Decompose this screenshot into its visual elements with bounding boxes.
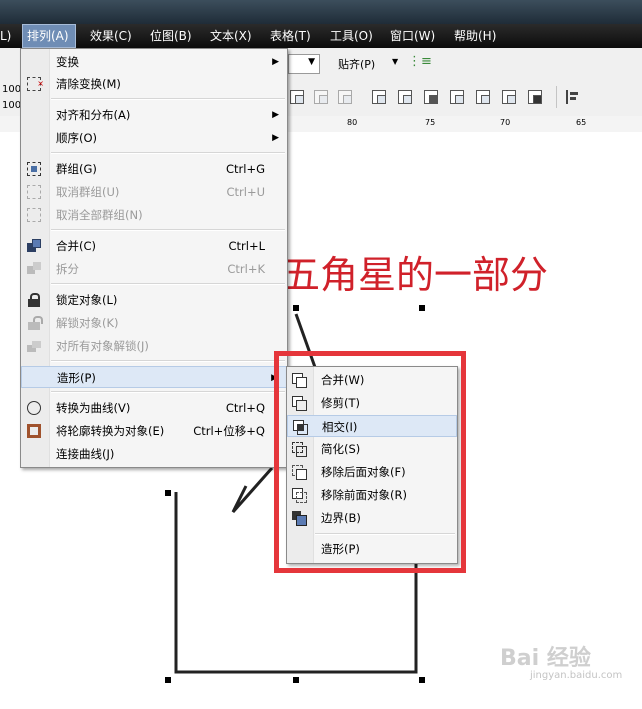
menu-separator	[51, 152, 285, 154]
menu-item-ungroup-all[interactable]: 取消全部群组(N)	[21, 204, 287, 226]
convert-to-curves-icon	[27, 401, 41, 415]
lock-icon	[27, 293, 41, 307]
selection-handle[interactable]	[165, 490, 171, 496]
menu-separator	[51, 391, 285, 393]
menu-item-clear-transform[interactable]: × 清除变换(M)	[21, 73, 287, 95]
combine-icon	[27, 239, 41, 253]
break-apart-icon	[27, 262, 41, 276]
arrange-menu: 变换 ▶ × 清除变换(M) 对齐和分布(A) ▶ 顺序(O) ▶ 群组(G) …	[20, 48, 288, 468]
menu-separator	[51, 360, 285, 362]
menu-item-label: 变换	[56, 55, 79, 69]
menu-item-shortcut: Ctrl+U	[226, 185, 265, 199]
menu-item-unlock-all[interactable]: 对所有对象解锁(J)	[21, 335, 287, 357]
outline-to-object-icon	[27, 424, 41, 438]
watermark: Bai 经验 jingyan.baidu.com	[500, 640, 622, 681]
star-edge	[231, 467, 274, 513]
menu-item-transform[interactable]: 变换 ▶	[21, 51, 287, 73]
group-icon	[27, 162, 41, 176]
submenu-arrow-icon: ▶	[272, 57, 279, 67]
menu-item-label: 转换为曲线(V)	[56, 401, 131, 415]
clear-transform-icon: ×	[27, 77, 44, 91]
menu-separator	[51, 229, 285, 231]
menu-item-order[interactable]: 顺序(O) ▶	[21, 127, 287, 149]
selection-handle[interactable]	[165, 677, 171, 683]
menu-item-shaping[interactable]: 造形(P) ▶	[21, 366, 287, 388]
unlock-all-icon	[27, 339, 41, 353]
menu-item-label: 锁定对象(L)	[56, 293, 118, 307]
menu-item-label: 解锁对象(K)	[56, 316, 119, 330]
menu-item-ungroup[interactable]: 取消群组(U) Ctrl+U	[21, 181, 287, 203]
menu-item-label: 顺序(O)	[56, 131, 98, 145]
menu-item-join-curves[interactable]: 连接曲线(J)	[21, 443, 287, 465]
menu-item-label: 造形(P)	[57, 371, 96, 385]
selection-handle[interactable]	[419, 305, 425, 311]
menu-item-shortcut: Ctrl+位移+Q	[193, 424, 265, 438]
menu-item-label: 清除变换(M)	[56, 77, 121, 91]
unlock-icon	[27, 316, 43, 330]
menu-item-unlock-object[interactable]: 解锁对象(K)	[21, 312, 287, 334]
ungroup-all-icon	[27, 208, 41, 222]
submenu-arrow-icon: ▶	[272, 133, 279, 143]
menu-separator	[51, 283, 285, 285]
selection-handle[interactable]	[419, 677, 425, 683]
menu-item-label: 取消全部群组(N)	[56, 208, 143, 222]
ungroup-icon	[27, 185, 41, 199]
menu-item-shortcut: Ctrl+G	[225, 162, 265, 176]
menu-item-label: 拆分	[56, 262, 79, 276]
menu-item-shortcut: Ctrl+K	[227, 262, 265, 276]
highlight-frame	[274, 351, 466, 573]
menu-item-shortcut: Ctrl+L	[228, 239, 265, 253]
menu-item-label: 将轮廓转换为对象(E)	[56, 424, 165, 438]
watermark-text: Bai 经验	[500, 646, 591, 671]
menu-item-label: 群组(G)	[56, 162, 97, 176]
menu-item-label: 对所有对象解锁(J)	[56, 339, 149, 353]
menu-item-break-apart[interactable]: 拆分 Ctrl+K	[21, 258, 287, 280]
menu-separator	[51, 98, 285, 100]
menu-item-convert-to-curves[interactable]: 转换为曲线(V) Ctrl+Q	[21, 397, 287, 419]
menu-item-outline-to-object[interactable]: 将轮廓转换为对象(E) Ctrl+位移+Q	[21, 420, 287, 442]
menu-item-label: 取消群组(U)	[56, 185, 120, 199]
menu-item-group[interactable]: 群组(G) Ctrl+G	[21, 158, 287, 180]
submenu-arrow-icon: ▶	[272, 110, 279, 120]
watermark-url: jingyan.baidu.com	[530, 670, 623, 681]
menu-item-align-distribute[interactable]: 对齐和分布(A) ▶	[21, 104, 287, 126]
menu-item-shortcut: Ctrl+Q	[225, 401, 265, 415]
menu-item-label: 连接曲线(J)	[56, 447, 115, 461]
menu-item-combine[interactable]: 合并(C) Ctrl+L	[21, 235, 287, 257]
selection-handle[interactable]	[293, 677, 299, 683]
menu-item-lock-object[interactable]: 锁定对象(L)	[21, 289, 287, 311]
menu-item-label: 合并(C)	[56, 239, 97, 253]
selection-handle[interactable]	[293, 305, 299, 311]
menu-item-label: 对齐和分布(A)	[56, 108, 131, 122]
